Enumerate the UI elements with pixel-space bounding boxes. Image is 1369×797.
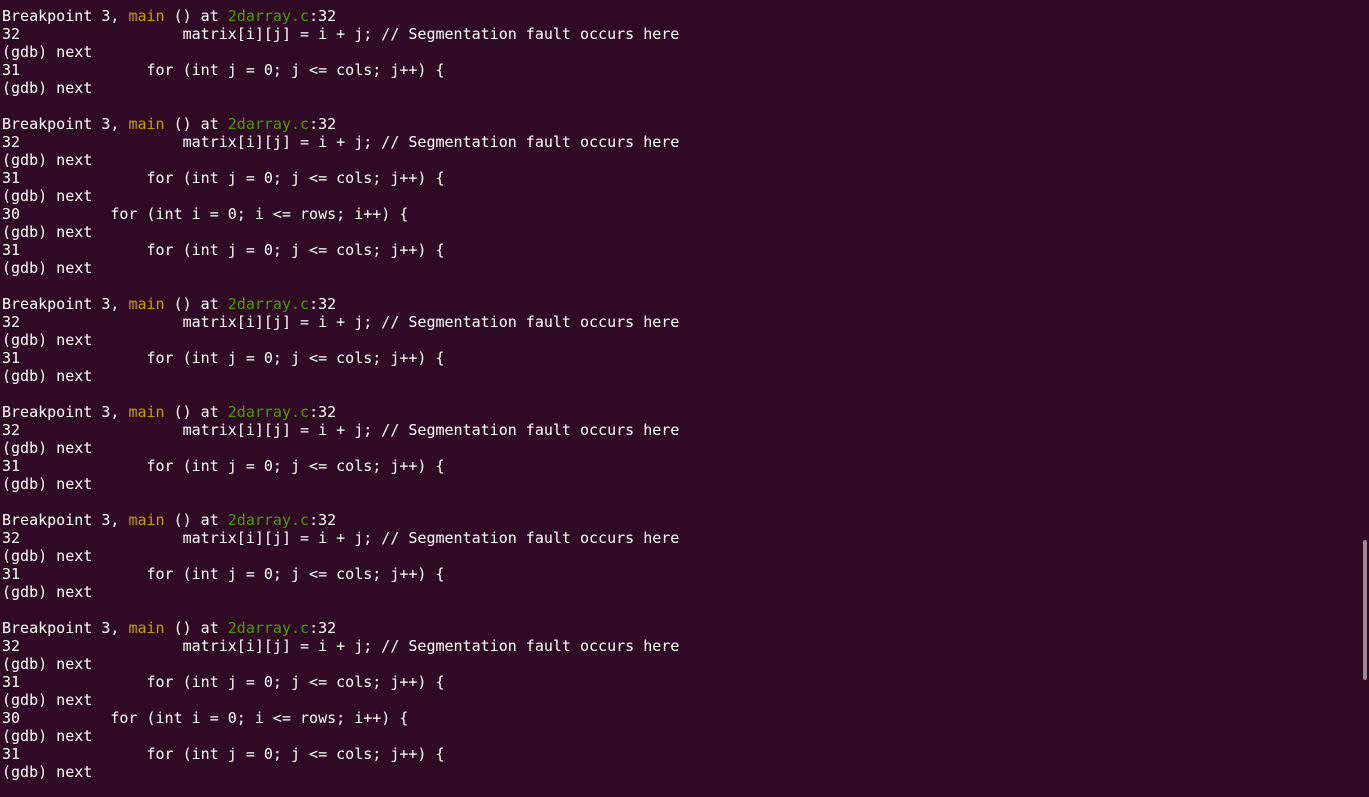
line-number: :32	[309, 295, 337, 313]
breakpoint-label: Breakpoint 3,	[2, 511, 129, 529]
location-separator: () at	[164, 511, 228, 529]
gdb-prompt-line: (gdb) next	[2, 79, 93, 97]
source-line: 31 for (int j = 0; j <= cols; j++) {	[2, 745, 445, 763]
file-name: 2darray.c	[227, 511, 310, 529]
breakpoint-label: Breakpoint 3,	[2, 7, 129, 25]
file-name: 2darray.c	[227, 403, 310, 421]
file-name: 2darray.c	[227, 7, 310, 25]
gdb-prompt-line: (gdb) next	[2, 763, 93, 781]
function-name: main	[128, 115, 165, 133]
function-name: main	[128, 511, 165, 529]
breakpoint-line: Breakpoint 3, main () at 2darray.c:32	[2, 403, 1352, 421]
gdb-prompt-line: (gdb) next	[2, 331, 93, 349]
function-name: main	[128, 619, 165, 637]
source-line: 31 for (int j = 0; j <= cols; j++) {	[2, 349, 445, 367]
line-number: :32	[309, 511, 337, 529]
location-separator: () at	[164, 403, 228, 421]
gdb-prompt-line: (gdb) next	[2, 187, 93, 205]
breakpoint-label: Breakpoint 3,	[2, 115, 129, 133]
source-line: 32 matrix[i][j] = i + j; // Segmentation…	[2, 133, 680, 151]
breakpoint-line: Breakpoint 3, main () at 2darray.c:32	[2, 7, 1352, 25]
source-line: 32 matrix[i][j] = i + j; // Segmentation…	[2, 25, 680, 43]
gdb-prompt-line: (gdb) next	[2, 43, 93, 61]
file-name: 2darray.c	[227, 619, 310, 637]
breakpoint-label: Breakpoint 3,	[2, 295, 129, 313]
gdb-prompt-line: (gdb) next	[2, 439, 93, 457]
function-name: main	[128, 403, 165, 421]
breakpoint-label: Breakpoint 3,	[2, 403, 129, 421]
location-separator: () at	[164, 7, 228, 25]
breakpoint-line: Breakpoint 3, main () at 2darray.c:32	[2, 295, 1352, 313]
gdb-prompt-line: (gdb) next	[2, 475, 93, 493]
line-number: :32	[309, 115, 337, 133]
gdb-prompt-line: (gdb) next	[2, 259, 93, 277]
location-separator: () at	[164, 115, 228, 133]
line-number: :32	[309, 7, 337, 25]
breakpoint-label: Breakpoint 3,	[2, 619, 129, 637]
gdb-prompt-line: (gdb) next	[2, 547, 93, 565]
location-separator: () at	[164, 619, 228, 637]
gdb-prompt-line: (gdb) next	[2, 583, 93, 601]
line-number: :32	[309, 403, 337, 421]
gdb-prompt-line: (gdb) next	[2, 151, 93, 169]
gdb-prompt-line: (gdb) next	[2, 691, 93, 709]
breakpoint-line: Breakpoint 3, main () at 2darray.c:32	[2, 511, 1352, 529]
breakpoint-line: Breakpoint 3, main () at 2darray.c:32	[2, 115, 1352, 133]
file-name: 2darray.c	[227, 295, 310, 313]
breakpoint-line: Breakpoint 3, main () at 2darray.c:32	[2, 619, 1352, 637]
source-line: 32 matrix[i][j] = i + j; // Segmentation…	[2, 637, 680, 655]
source-line: 30 for (int i = 0; i <= rows; i++) {	[2, 205, 409, 223]
source-line: 31 for (int j = 0; j <= cols; j++) {	[2, 169, 445, 187]
line-number: :32	[309, 619, 337, 637]
source-line: 30 for (int i = 0; i <= rows; i++) {	[2, 709, 409, 727]
gdb-prompt-line: (gdb) next	[2, 223, 93, 241]
gdb-prompt-line: (gdb) next	[2, 727, 93, 745]
source-line: 31 for (int j = 0; j <= cols; j++) {	[2, 673, 445, 691]
terminal-window[interactable]: Breakpoint 3, main () at 2darray.c:32 32 …	[0, 0, 1369, 797]
source-line: 32 matrix[i][j] = i + j; // Segmentation…	[2, 313, 680, 331]
scrollbar-track[interactable]	[1361, 0, 1369, 797]
function-name: main	[128, 295, 165, 313]
file-name: 2darray.c	[227, 115, 310, 133]
gdb-prompt-line: (gdb) next	[2, 655, 93, 673]
location-separator: () at	[164, 295, 228, 313]
source-line: 32 matrix[i][j] = i + j; // Segmentation…	[2, 529, 680, 547]
source-line: 31 for (int j = 0; j <= cols; j++) {	[2, 241, 445, 259]
gdb-prompt-line: (gdb) next	[2, 367, 93, 385]
scrollbar-thumb[interactable]	[1363, 540, 1367, 680]
terminal-output[interactable]: Breakpoint 3, main () at 2darray.c:32 32 …	[2, 7, 1352, 781]
source-line: 31 for (int j = 0; j <= cols; j++) {	[2, 565, 445, 583]
source-line: 31 for (int j = 0; j <= cols; j++) {	[2, 61, 445, 79]
function-name: main	[128, 7, 165, 25]
source-line: 31 for (int j = 0; j <= cols; j++) {	[2, 457, 445, 475]
source-line: 32 matrix[i][j] = i + j; // Segmentation…	[2, 421, 680, 439]
